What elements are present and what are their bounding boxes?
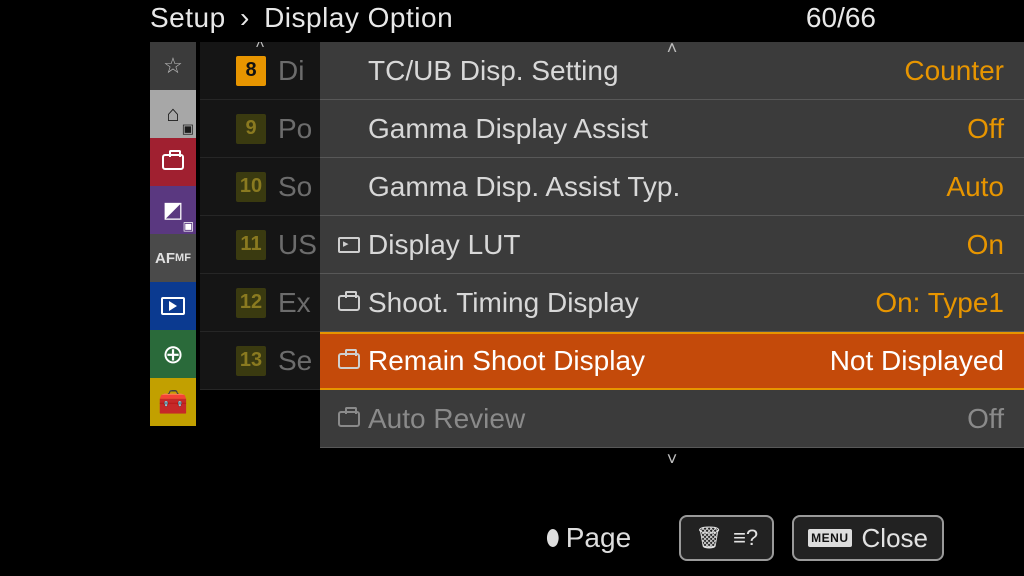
setting-value: Counter [904, 55, 1004, 87]
setting-label: Remain Shoot Display [368, 345, 645, 377]
setting-value: Off [967, 403, 1004, 435]
setting-label: Shoot. Timing Display [368, 287, 639, 319]
setting-remain-shoot[interactable]: Remain Shoot Display Not Displayed [320, 332, 1024, 390]
page-control[interactable]: ⬮ Page [546, 522, 631, 554]
help-button[interactable]: 🗑 ≡? [679, 515, 774, 561]
tab-shooting[interactable] [150, 138, 196, 186]
close-label: Close [862, 523, 928, 554]
section-number-badge: 13 [236, 346, 266, 376]
setting-value: Not Displayed [830, 345, 1004, 377]
wheel-icon: ⬮ [546, 525, 560, 551]
lut-icon [336, 237, 362, 253]
setting-value: Auto [946, 171, 1004, 203]
setting-auto-review: Auto Review Off [320, 390, 1024, 448]
menu-chip-icon: MENU [808, 529, 851, 547]
star-icon: ☆ [163, 53, 183, 79]
mf-label: MF [175, 252, 191, 264]
tab-setup[interactable]: 🧰 [150, 378, 196, 426]
section-number-badge: 12 [236, 288, 266, 318]
breadcrumb: Setup › Display Option [150, 2, 453, 34]
setting-label: Auto Review [368, 403, 525, 435]
camera-icon: ▣ [182, 121, 194, 137]
sub-section-item[interactable]: 11 US [200, 216, 320, 274]
setting-label: Gamma Display Assist [368, 113, 648, 145]
category-tabs: ☆ ⌂ ▣ ◩ ▣ AFMF ⊕ 🧰 [150, 42, 196, 426]
tab-network[interactable]: ⊕ [150, 330, 196, 378]
section-label: So [278, 171, 312, 203]
sub-section-list: ˄ 8 Di 9 Po 10 So 11 US 12 Ex 13 Se [200, 42, 320, 390]
scroll-down-icon[interactable]: ˅ [667, 449, 678, 470]
setting-gamma-assist-type[interactable]: Gamma Disp. Assist Typ. Auto [320, 158, 1024, 216]
close-button[interactable]: MENU Close [792, 515, 944, 561]
setting-label: TC/UB Disp. Setting [368, 55, 619, 87]
chevron-right-icon: › [240, 2, 250, 33]
setting-label: Gamma Disp. Assist Typ. [368, 171, 680, 203]
camera-icon [336, 295, 362, 311]
setting-value: Off [967, 113, 1004, 145]
sub-section-item[interactable]: 10 So [200, 158, 320, 216]
scroll-up-icon[interactable]: ˄ [667, 38, 678, 59]
tab-playback[interactable] [150, 282, 196, 330]
sub-section-item[interactable]: 13 Se [200, 332, 320, 390]
tab-focus[interactable]: AFMF [150, 234, 196, 282]
setting-value: On: Type1 [875, 287, 1004, 319]
section-label: US [278, 229, 317, 261]
sub-section-item[interactable]: 12 Ex [200, 274, 320, 332]
page-counter: 60/66 [806, 2, 876, 34]
breadcrumb-root: Setup [150, 2, 226, 33]
tab-exposure[interactable]: ◩ ▣ [150, 186, 196, 234]
camera-icon [162, 154, 184, 170]
globe-icon: ⊕ [162, 339, 184, 370]
section-label: Po [278, 113, 312, 145]
setting-label: Display LUT [368, 229, 520, 261]
help-icon: ≡? [733, 525, 758, 551]
play-icon [161, 297, 185, 315]
camera-icon [336, 411, 362, 427]
caret-up-icon: ˄ [255, 42, 264, 54]
toolbox-icon: 🧰 [158, 388, 188, 417]
section-number-badge: 11 [236, 230, 266, 260]
setting-shoot-timing[interactable]: Shoot. Timing Display On: Type1 [320, 274, 1024, 332]
menu-panel: Setup › Display Option 60/66 ☆ ⌂ ▣ ◩ ▣ A… [70, 0, 954, 576]
setting-display-lut[interactable]: Display LUT On [320, 216, 1024, 274]
section-number-badge: 9 [236, 114, 266, 144]
settings-list: ˄ TC/UB Disp. Setting Counter Gamma Disp… [320, 42, 1024, 448]
camera-icon: ▣ [183, 219, 194, 233]
tab-main[interactable]: ⌂ ▣ [150, 90, 196, 138]
setting-value: On [967, 229, 1004, 261]
breadcrumb-leaf: Display Option [264, 2, 453, 33]
section-label: Se [278, 345, 312, 377]
footer-bar: ⬮ Page 🗑 ≡? MENU Close [70, 512, 954, 564]
sub-section-item[interactable]: 9 Po [200, 100, 320, 158]
section-label: Di [278, 55, 304, 87]
section-label: Ex [278, 287, 311, 319]
page-label: Page [566, 522, 631, 554]
sub-section-item[interactable]: ˄ 8 Di [200, 42, 320, 100]
exposure-icon: ◩ [163, 197, 184, 223]
tab-favorites[interactable]: ☆ [150, 42, 196, 90]
camera-icon [336, 353, 362, 369]
trash-icon: 🗑 [695, 525, 723, 551]
section-number-badge: 10 [236, 172, 266, 202]
af-label: AF [155, 250, 175, 267]
setting-gamma-assist[interactable]: Gamma Display Assist Off [320, 100, 1024, 158]
home-icon: ⌂ [166, 101, 179, 127]
section-number-badge: 8 [236, 56, 266, 86]
